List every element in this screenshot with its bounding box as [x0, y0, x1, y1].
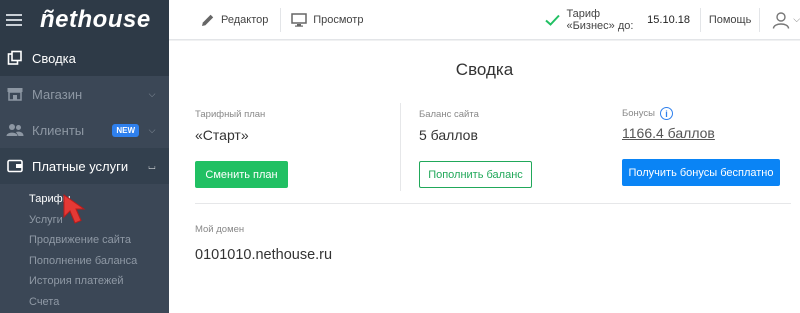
sidebar-item-clients[interactable]: Клиенты NEW ⌵ — [0, 112, 169, 148]
divider — [700, 7, 701, 32]
preview-label: Просмотр — [313, 13, 364, 26]
store-icon — [6, 85, 24, 103]
top-up-balance-button[interactable]: Пополнить баланс — [419, 161, 532, 188]
help-label: Помощь — [708, 13, 752, 26]
info-icon[interactable]: i — [660, 107, 673, 120]
new-badge: NEW — [112, 123, 139, 137]
subitem-payment-history[interactable]: История платежей — [0, 271, 169, 292]
pointer-arrow-icon — [63, 194, 86, 224]
sidebar-item-summary[interactable]: Сводка — [0, 40, 169, 76]
balance-label: Баланс сайта — [419, 109, 479, 120]
menu-icon[interactable] — [6, 14, 22, 26]
change-plan-button[interactable]: Сменить план — [195, 161, 288, 188]
domain-label: Мой домен — [195, 224, 245, 235]
chevron-down-icon: ⌵ — [793, 14, 800, 24]
nethouse-logo[interactable]: ñethouse — [40, 8, 151, 32]
check-icon — [545, 14, 561, 26]
plan-value: «Старт» — [195, 127, 249, 143]
pencil-icon — [201, 13, 215, 27]
plan-label: Тарифный план — [195, 109, 266, 120]
user-icon — [772, 11, 790, 29]
sidebar-item-label: Платные услуги — [32, 158, 129, 174]
page-title: Сводка — [455, 60, 514, 79]
user-menu-button[interactable]: ⌵ — [772, 0, 800, 40]
sidebar-item-label: Сводка — [32, 50, 76, 66]
editor-button[interactable]: Редактор — [201, 0, 268, 40]
balance-card: Баланс сайта 5 баллов Пополнить баланс — [419, 109, 599, 188]
sidebar-item-paid-services[interactable]: Платные услуги ⌴ — [0, 148, 169, 184]
tariff-date: 15.10.18 — [647, 13, 690, 26]
tariff-text: Тариф «Бизнес» до: — [566, 7, 634, 32]
bonus-label-row: Бонусы i — [622, 107, 792, 120]
get-bonus-button[interactable]: Получить бонусы бесплатно — [622, 159, 780, 186]
subitem-top-up[interactable]: Пополнение баланса — [0, 251, 169, 272]
sidebar-item-label: Магазин — [32, 86, 83, 102]
wallet-icon — [6, 157, 24, 175]
preview-button[interactable]: Просмотр — [291, 0, 363, 40]
tariff-status[interactable]: Тариф «Бизнес» до: 15.10.18 — [545, 0, 690, 40]
subitem-invoices[interactable]: Счета — [0, 292, 169, 313]
chevron-down-icon[interactable]: ⌵ — [143, 89, 161, 100]
bonus-card: Бонусы i 1166.4 баллов Получить бонусы бе… — [622, 107, 792, 186]
subitem-promotion[interactable]: Продвижение сайта — [0, 230, 169, 251]
chevron-up-icon[interactable]: ⌴ — [143, 161, 161, 172]
editor-label: Редактор — [221, 13, 269, 26]
main-content: Сводка Тарифный план «Старт» Сменить пла… — [169, 41, 800, 313]
help-button[interactable]: Помощь — [709, 0, 752, 40]
bonus-value[interactable]: 1166.4 баллов — [622, 125, 715, 141]
monitor-icon — [291, 12, 307, 27]
sidebar-item-shop[interactable]: Магазин ⌵ — [0, 76, 169, 112]
chevron-down-icon[interactable]: ⌵ — [143, 125, 161, 136]
top-bar: Редактор Просмотр Тариф «Бизнес» до: 15.… — [169, 0, 800, 40]
domain-value[interactable]: 0101010.nethouse.ru — [195, 247, 332, 263]
divider — [759, 7, 761, 32]
plan-card: Тарифный план «Старт» Сменить план — [195, 109, 375, 188]
divider — [400, 103, 401, 191]
domain-section: Мой домен 0101010.nethouse.ru — [195, 224, 332, 263]
balance-value: 5 баллов — [419, 127, 478, 143]
sidebar-item-label: Клиенты — [32, 122, 85, 138]
divider — [195, 203, 791, 204]
sidebar: ñethouse Сводка Магазин ⌵ Клиенты NEW ⌵ … — [0, 0, 169, 313]
summary-icon — [6, 49, 24, 67]
sidebar-header: ñethouse — [0, 0, 169, 40]
users-icon — [6, 121, 24, 139]
divider — [280, 7, 282, 32]
bonus-label: Бонусы — [622, 108, 655, 120]
